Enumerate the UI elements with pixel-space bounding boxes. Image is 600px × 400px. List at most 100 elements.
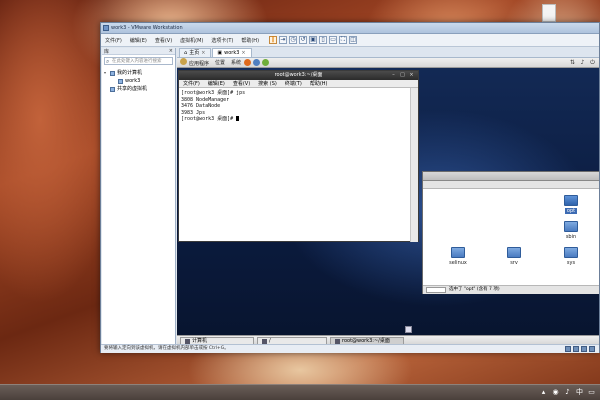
folder-sbin[interactable]: sbin (556, 221, 586, 240)
tree-item-label: 我的计算机 (117, 70, 143, 76)
file-manager-titlebar[interactable] (423, 172, 599, 181)
menu-applications[interactable]: 应用程序 (177, 58, 212, 67)
menu-places[interactable]: 位置 (212, 59, 228, 66)
menu-view[interactable]: 查看(V) (229, 80, 254, 87)
view-dropdown[interactable] (426, 287, 446, 293)
firefox-icon[interactable] (244, 59, 252, 66)
minimize-icon[interactable]: – (390, 72, 397, 78)
ime-icon[interactable]: 中 (575, 388, 584, 397)
search-placeholder: 在此处键入内容进行搜索 (112, 59, 162, 64)
close-icon[interactable]: × (241, 49, 245, 57)
vmware-tab-strip: ⌂ 主页 × ▣ work3 × (177, 48, 599, 58)
terminal-output[interactable]: [root@work3 桌面]# jps 3808 NodeManager 34… (179, 88, 411, 242)
folder-label: opt (564, 208, 578, 214)
device-status-icons (565, 346, 595, 352)
menu-help[interactable]: 帮助(H) (306, 80, 332, 87)
menu-vm[interactable]: 虚拟机(M) (176, 37, 207, 44)
folder-icon (262, 338, 267, 344)
tree-item-label: 共享的虚拟机 (117, 86, 148, 92)
network-icon[interactable]: ⇅ (569, 59, 576, 66)
terminal-line: [root@work3 桌面]# jps (181, 90, 246, 96)
tab-work3[interactable]: ▣ work3 × (212, 48, 252, 57)
fullscreen-icon[interactable]: ⛶ (339, 36, 348, 44)
search-icon: ⌕ (106, 58, 110, 65)
file-manager-toolbar (423, 181, 599, 189)
menu-search[interactable]: 搜索 (S) (254, 80, 281, 87)
folder-icon (451, 247, 465, 258)
vm-tree: ▾ 我的计算机 work3 共享的虚拟机 (102, 67, 175, 95)
menu-help[interactable]: 帮助(H) (237, 37, 263, 44)
menu-edit[interactable]: 编辑(E) (126, 37, 151, 44)
gnome-top-panel: 应用程序 位置 系统 ⇅ ♪ ⏻ (177, 58, 599, 68)
terminal-line: 3808 NodeManager (181, 96, 230, 103)
desktop-file-icon[interactable] (542, 4, 556, 22)
collapse-icon[interactable]: ▾ (104, 69, 108, 77)
close-icon[interactable]: × (408, 72, 415, 78)
terminal-prompt: [root@work3 桌面]# (181, 116, 237, 123)
vm-icon (118, 78, 123, 84)
menu-terminal[interactable]: 终端(T) (281, 80, 306, 87)
maximize-icon[interactable]: □ (399, 72, 406, 78)
email-icon[interactable] (253, 59, 261, 66)
snapshot-icon[interactable]: ◷ (289, 36, 298, 44)
home-icon: ⌂ (184, 50, 188, 56)
tab-home[interactable]: ⌂ 主页 × (179, 48, 212, 57)
folder-srv[interactable]: srv (499, 247, 529, 266)
terminal-title: root@work3:~/桌面 (274, 72, 323, 78)
pause-icon[interactable]: ‖ (269, 36, 278, 44)
notes-icon[interactable] (262, 59, 270, 66)
show-desktop-icon[interactable] (405, 326, 412, 333)
folder-selinux[interactable]: selinux (443, 247, 473, 266)
thumbnail-icon[interactable]: ▭ (329, 36, 338, 44)
volume-icon[interactable]: ♪ (563, 388, 572, 397)
send-keys-icon[interactable]: ⇥ (279, 36, 288, 44)
usb-icon[interactable] (589, 346, 595, 352)
terminal-titlebar[interactable]: root@work3:~/桌面 – □ × (179, 71, 418, 80)
vm-icon: ▣ (217, 50, 223, 56)
computer-icon (185, 338, 190, 344)
network-adapter-icon[interactable] (581, 346, 587, 352)
menu-tabs[interactable]: 选项卡(T) (207, 37, 237, 44)
menu-edit[interactable]: 编辑(E) (204, 80, 229, 87)
library-sidebar: 库 × ⌕ 在此处键入内容进行搜索 ▾ 我的计算机 work3 共享的虚拟机 (102, 48, 176, 345)
selection-status: 选中了 "opt" (含有 7 项) (449, 287, 500, 292)
close-icon[interactable]: × (201, 49, 205, 57)
folder-icon (564, 195, 578, 206)
folder-icon (564, 247, 578, 258)
cd-drive-icon[interactable] (573, 346, 579, 352)
folder-opt[interactable]: opt (556, 195, 586, 214)
file-manager-statusbar: 选中了 "opt" (含有 7 项) (423, 285, 599, 294)
power-icon[interactable]: ⏻ (589, 59, 596, 66)
guest-display[interactable]: 应用程序 位置 系统 ⇅ ♪ ⏻ 1.TXT opt (177, 58, 599, 346)
status-message: 要将输入定向到该虚拟机，请在虚拟机内部单击或按 Ctrl+G。 (104, 346, 229, 351)
tray-up-arrow-icon[interactable]: ▴ (539, 388, 548, 397)
sidebar-toggle-icon[interactable]: ▯ (319, 36, 328, 44)
menu-system[interactable]: 系统 (228, 59, 244, 66)
tree-item-label: work3 (125, 78, 141, 84)
tree-item-my-computer[interactable]: ▾ 我的计算机 (104, 69, 173, 77)
volume-icon[interactable]: ♪ (579, 59, 586, 66)
menu-view[interactable]: 查看(V) (151, 37, 176, 44)
file-manager-window: opt sbin selinux srv sys 选中了 "opt" (含有 7… (422, 171, 599, 294)
unity-icon[interactable]: ◫ (349, 36, 358, 44)
folder-icon (564, 221, 578, 232)
notification-icon[interactable]: ▭ (587, 388, 596, 397)
folder-sys[interactable]: sys (556, 247, 586, 266)
snapshot-manager-icon[interactable]: ▣ (309, 36, 318, 44)
text-cursor (236, 116, 240, 122)
revert-snapshot-icon[interactable]: ↺ (299, 36, 308, 44)
hard-disk-icon[interactable] (565, 346, 571, 352)
folder-label: sys (566, 260, 576, 266)
tree-item-shared-vms[interactable]: 共享的虚拟机 (104, 85, 173, 93)
network-icon[interactable]: ◉ (551, 388, 560, 397)
close-icon[interactable]: × (169, 48, 173, 54)
terminal-prompt-line: [root@work3 桌面]# (181, 116, 409, 123)
tree-item-work3[interactable]: work3 (104, 77, 173, 85)
library-search-input[interactable]: ⌕ 在此处键入内容进行搜索 (104, 57, 173, 65)
vmware-titlebar[interactable]: work3 - VMware Workstation (101, 23, 599, 34)
host-taskbar: ▴ ◉ ♪ 中 ▭ (0, 384, 600, 400)
menu-file[interactable]: 文件(F) (101, 37, 126, 44)
file-manager-content: opt sbin selinux srv sys (423, 189, 599, 285)
menu-file[interactable]: 文件(F) (179, 80, 204, 87)
terminal-scrollbar[interactable] (410, 88, 418, 242)
